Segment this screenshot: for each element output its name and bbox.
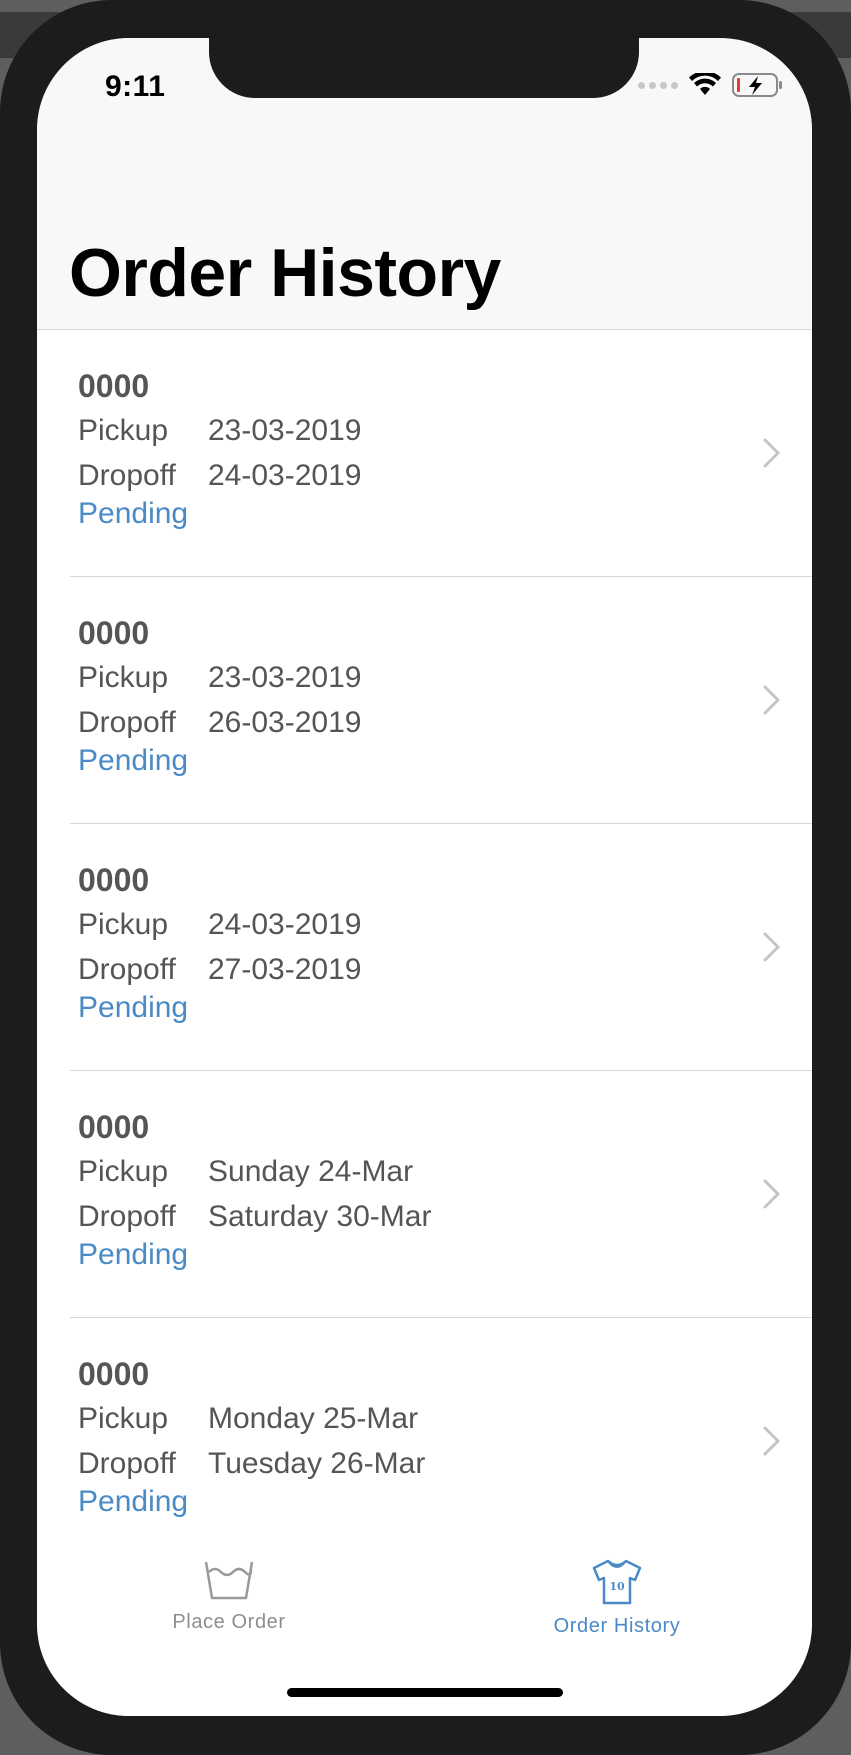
dropoff-date: 27-03-2019 — [208, 953, 362, 986]
status-icons — [638, 72, 784, 98]
pickup-line: Pickup 23-03-2019 — [78, 661, 361, 695]
wifi-icon — [689, 73, 721, 95]
tab-label: Order History — [553, 1615, 681, 1637]
pickup-label: Pickup — [78, 661, 169, 694]
order-list: 0000 Pickup 23-03-2019 Dropoff 24-03-201… — [37, 330, 812, 1565]
pickup-label: Pickup — [78, 908, 169, 941]
chevron-right-icon — [763, 685, 780, 715]
dropoff-date: Saturday 30-Mar — [208, 1200, 432, 1233]
order-row[interactable]: 0000 Pickup Monday 25-Mar Dropoff Tuesda… — [37, 1318, 812, 1565]
pickup-label: Pickup — [78, 1402, 169, 1435]
dropoff-label: Dropoff — [78, 1200, 176, 1233]
dropoff-label: Dropoff — [78, 706, 176, 739]
pickup-label: Pickup — [78, 1155, 169, 1188]
order-id: 0000 — [78, 615, 150, 651]
dropoff-date: Tuesday 26-Mar — [208, 1447, 426, 1480]
dropoff-label: Dropoff — [78, 1447, 176, 1480]
order-id: 0000 — [78, 368, 150, 404]
battery-charging-icon — [732, 73, 782, 97]
pickup-date: 23-03-2019 — [208, 414, 362, 447]
phone-screen: Order History 9:11 0000 Pickup 23-03-201… — [37, 38, 812, 1716]
chevron-right-icon — [763, 1179, 780, 1209]
dropoff-date: 24-03-2019 — [208, 459, 362, 492]
chevron-right-icon — [763, 1426, 780, 1456]
dropoff-date: 26-03-2019 — [208, 706, 362, 739]
phone-frame: Order History 9:11 0000 Pickup 23-03-201… — [0, 0, 851, 1755]
tab-order-history[interactable]: 10 Order History — [467, 1558, 767, 1638]
pickup-line: Pickup 23-03-2019 — [78, 414, 361, 448]
dropoff-line: Dropoff 27-03-2019 — [78, 953, 361, 987]
order-id: 0000 — [78, 1109, 150, 1145]
order-status: Pending — [78, 497, 189, 530]
order-id: 0000 — [78, 1356, 150, 1392]
order-row[interactable]: 0000 Pickup Sunday 24-Mar Dropoff Saturd… — [37, 1071, 812, 1318]
order-id: 0000 — [78, 862, 150, 898]
pickup-date: 23-03-2019 — [208, 661, 362, 694]
jersey-icon: 10 — [592, 1559, 642, 1605]
washtub-icon — [204, 1561, 254, 1600]
status-time: 9:11 — [105, 70, 166, 103]
tab-place-order[interactable]: Place Order — [79, 1558, 379, 1634]
chevron-right-icon — [763, 438, 780, 468]
order-status: Pending — [78, 1485, 189, 1518]
pickup-date: Sunday 24-Mar — [208, 1155, 414, 1188]
cellular-signal-icon — [638, 81, 678, 89]
page-title: Order History — [69, 235, 501, 311]
tab-label: Place Order — [172, 1611, 286, 1633]
pickup-line: Pickup Sunday 24-Mar — [78, 1155, 413, 1189]
home-indicator[interactable] — [287, 1688, 563, 1697]
dropoff-line: Dropoff Tuesday 26-Mar — [78, 1447, 425, 1481]
order-row[interactable]: 0000 Pickup 23-03-2019 Dropoff 24-03-201… — [37, 330, 812, 577]
order-row[interactable]: 0000 Pickup 23-03-2019 Dropoff 26-03-201… — [37, 577, 812, 824]
order-status: Pending — [78, 744, 189, 777]
dropoff-label: Dropoff — [78, 459, 176, 492]
dropoff-line: Dropoff 26-03-2019 — [78, 706, 361, 740]
order-row[interactable]: 0000 Pickup 24-03-2019 Dropoff 27-03-201… — [37, 824, 812, 1071]
device-notch — [209, 38, 639, 98]
order-status: Pending — [78, 991, 189, 1024]
pickup-label: Pickup — [78, 414, 169, 447]
pickup-line: Pickup Monday 25-Mar — [78, 1402, 418, 1436]
dropoff-line: Dropoff Saturday 30-Mar — [78, 1200, 431, 1234]
svg-text:10: 10 — [609, 1580, 625, 1593]
pickup-date: Monday 25-Mar — [208, 1402, 419, 1435]
order-status: Pending — [78, 1238, 189, 1271]
chevron-right-icon — [763, 932, 780, 962]
dropoff-line: Dropoff 24-03-2019 — [78, 459, 361, 493]
dropoff-label: Dropoff — [78, 953, 176, 986]
pickup-line: Pickup 24-03-2019 — [78, 908, 361, 942]
pickup-date: 24-03-2019 — [208, 908, 362, 941]
